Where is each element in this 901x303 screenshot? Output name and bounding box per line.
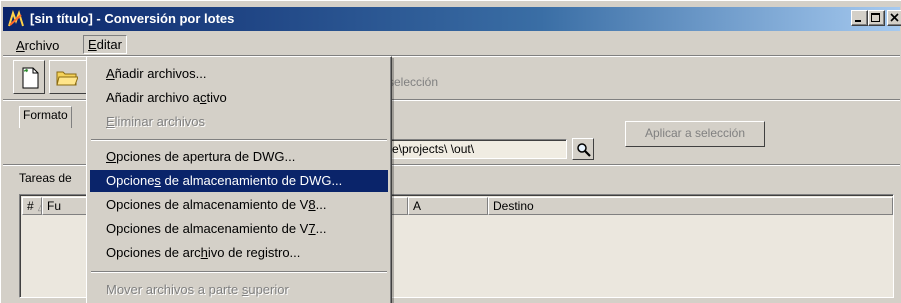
column-number-label: # [27,199,34,213]
menu-item-add-active-file-suffix: tivo [206,90,227,105]
menu-item-remove-files-accel: E [106,114,115,129]
new-job-button[interactable] [13,60,45,94]
apply-to-selection-button[interactable]: Aplicar a selección [625,121,765,147]
minimize-button[interactable] [851,10,868,26]
menu-item-v7-save-options[interactable]: Opciones de almacenamiento de V7... [90,218,388,240]
menu-archivo-accel: A [16,38,25,53]
menu-item-remove-files-suffix: liminar archivos [114,114,205,129]
menu-item-dwg-save-options[interactable]: Opciones de almacenamiento de DWG... [90,170,388,192]
microstation-app-icon [8,10,24,27]
new-document-icon [22,67,39,89]
edit-menu-dropdown: Añadir archivos... Añadir archivo activo… [86,56,392,303]
menu-editar-accel: E [88,37,97,52]
menu-item-dwg-save-options-suffix: de almacenamiento de DWG... [160,173,343,188]
minimize-icon [855,20,861,22]
menu-item-dwg-open-options[interactable]: Opciones de apertura de DWG... [90,146,388,168]
menu-item-add-files-suffix: ñadir archivos... [114,66,207,81]
menu-editar[interactable]: Editar [83,35,127,54]
destination-path-input[interactable]: e\projects\ \out\ [389,139,567,159]
menu-item-remove-files[interactable]: Eliminar archivos [90,111,388,133]
batch-convert-window: [sin título] - Conversión por lotes Arch… [0,0,901,303]
menu-item-v7-save-options-suffix: ... [315,221,327,236]
menu-item-v8-save-options-accel: 8 [308,197,316,212]
menu-item-add-active-file-prefix: Añadir archivo a [106,90,200,105]
close-icon [890,13,899,22]
menu-archivo-suffix: rchivo [24,38,60,53]
menu-item-log-file-options[interactable]: Opciones de archivo de registro... [90,242,388,264]
menu-item-dwg-open-options-accel: O [106,149,117,164]
menu-item-v8-save-options-prefix: Opciones de almacenamiento de V [106,197,309,212]
column-header-a[interactable]: A [408,197,488,215]
menu-item-v7-save-options-prefix: Opciones de almacenamiento de V [106,221,309,236]
menu-item-log-file-options-suffix: ivo de registro... [207,245,301,260]
close-button[interactable] [887,10,901,26]
tab-formato[interactable]: Formato [19,106,72,128]
menu-item-move-files-top[interactable]: Mover archivos a parte superior [90,279,388,301]
menu-item-add-active-file[interactable]: Añadir archivo activo [90,87,388,109]
column-header-destino[interactable]: Destino [488,197,893,215]
menu-separator [91,139,387,141]
maximize-icon [871,13,880,22]
menu-item-add-files-accel: A [106,66,115,81]
maximize-button[interactable] [868,10,885,26]
menu-item-add-files[interactable]: Añadir archivos... [90,63,388,85]
title-bar[interactable]: [sin título] - Conversión por lotes [3,7,901,31]
menu-archivo[interactable]: Archivo [11,36,64,55]
menu-editar-suffix: ditar [96,37,122,52]
menu-item-dwg-open-options-suffix: pciones de apertura de DWG... [116,149,296,164]
open-job-button[interactable] [49,60,89,94]
menu-separator [91,271,387,273]
menu-item-v7-save-options-accel: 7 [308,221,316,236]
search-icon [577,143,591,157]
open-folder-icon [56,71,78,86]
menu-item-move-files-top-prefix: Mover archivos a parte [106,282,242,297]
menu-item-log-file-options-accel: h [200,245,208,260]
tasks-label: Tareas de [19,171,72,185]
menu-item-dwg-save-options-prefix: Opcione [106,173,155,188]
menu-item-log-file-options-prefix: Opciones de arc [106,245,201,260]
menu-item-v8-save-options-suffix: ... [315,197,327,212]
toolbar-selection-label: selección [388,75,439,89]
menu-item-move-files-top-suffix: uperior [248,282,289,297]
browse-button[interactable] [572,138,594,160]
menu-item-v8-save-options[interactable]: Opciones de almacenamiento de V8... [90,194,388,216]
column-header-number[interactable]: #△ [22,197,45,215]
window-title: [sin título] - Conversión por lotes [30,11,235,26]
menu-bar: Archivo Editar [3,34,900,54]
